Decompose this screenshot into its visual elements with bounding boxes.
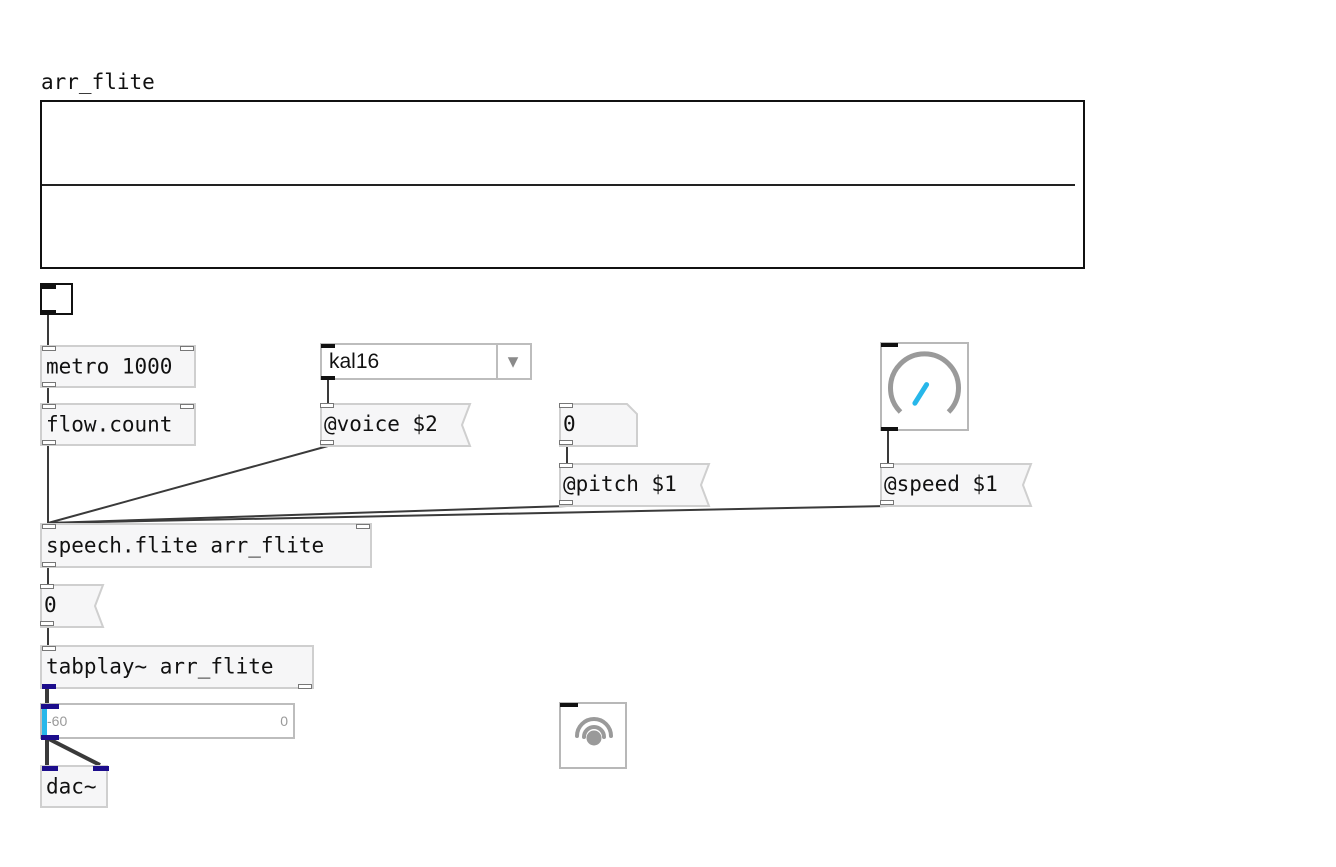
voice-menu-separator — [496, 345, 498, 378]
array-waveform-line — [42, 184, 1075, 186]
speech-flite-inlet-right[interactable] — [356, 524, 370, 529]
voice-menu[interactable]: kal16 ▼ — [320, 343, 532, 380]
speech-flite-inlet-left[interactable] — [42, 524, 56, 529]
tabplay-object-text: tabplay~ arr_flite — [46, 654, 274, 679]
number-box-value: 0 — [563, 412, 576, 436]
metro-outlet[interactable] — [42, 382, 56, 387]
knob-outlet[interactable] — [881, 427, 898, 431]
pitch-message-outlet[interactable] — [559, 500, 573, 505]
cord-voice-speech — [47, 445, 329, 524]
dac-object-text: dac~ — [46, 774, 97, 798]
tabplay-signal-outlet[interactable] — [42, 684, 56, 689]
flow-count-object[interactable]: flow.count — [40, 403, 196, 446]
zero-message-inlet[interactable] — [40, 584, 54, 589]
voice-message-outlet[interactable] — [320, 440, 334, 445]
toggle-outlet[interactable] — [42, 310, 56, 314]
knob-inlet[interactable] — [881, 343, 898, 347]
voice-message-text: @voice $2 — [324, 412, 438, 436]
speaker-inlet[interactable] — [560, 703, 578, 707]
zero-message[interactable]: 0 — [40, 584, 105, 628]
pitch-number-box[interactable]: 0 — [559, 403, 639, 447]
zero-message-outlet[interactable] — [40, 621, 54, 626]
dac-inlet-right[interactable] — [93, 766, 109, 771]
speaker-icon[interactable] — [559, 702, 627, 769]
level-meter[interactable]: -60 0 — [40, 703, 295, 740]
number-box-outlet[interactable] — [559, 440, 573, 445]
level-meter-max-label: 0 — [280, 713, 288, 729]
cord-pitch-speech — [47, 505, 568, 524]
cord-meter-dac-right — [46, 736, 101, 767]
speed-message-inlet[interactable] — [880, 463, 894, 468]
voice-menu-inlet[interactable] — [321, 344, 335, 348]
speed-message-text: @speed $1 — [884, 472, 998, 496]
level-meter-inlet[interactable] — [41, 704, 59, 709]
speaker-graphic — [575, 717, 613, 746]
speech-flite-object-text: speech.flite arr_flite — [46, 533, 325, 557]
metro-inlet-left[interactable] — [42, 346, 56, 351]
tabplay-inlet[interactable] — [42, 646, 56, 651]
pitch-message-inlet[interactable] — [559, 463, 573, 468]
tabplay-object[interactable]: tabplay~ arr_flite — [40, 645, 314, 689]
level-meter-min-label: -60 — [47, 713, 68, 729]
speech-flite-outlet[interactable] — [42, 562, 56, 567]
toggle[interactable] — [40, 283, 73, 315]
voice-message-inlet[interactable] — [320, 403, 334, 408]
speed-message[interactable]: @speed $1 — [880, 463, 1033, 507]
toggle-inlet[interactable] — [42, 285, 56, 289]
metro-object[interactable]: metro 1000 — [40, 345, 196, 388]
metro-inlet-right[interactable] — [180, 346, 194, 351]
flow-count-object-text: flow.count — [46, 412, 173, 436]
flow-count-outlet[interactable] — [42, 440, 56, 445]
number-box-inlet[interactable] — [559, 403, 573, 408]
metro-object-text: metro 1000 — [46, 354, 173, 378]
speed-message-outlet[interactable] — [880, 500, 894, 505]
cord-speed-speech — [47, 505, 889, 524]
dac-inlet-left[interactable] — [42, 766, 58, 771]
voice-menu-selected: kal16 — [329, 349, 380, 373]
pitch-message[interactable]: @pitch $1 — [559, 463, 711, 507]
level-meter-outlet[interactable] — [41, 735, 59, 740]
flow-count-inlet-right[interactable] — [180, 404, 194, 409]
triangle-down-icon[interactable]: ▼ — [504, 351, 522, 372]
array-name-label: arr_flite — [41, 70, 155, 94]
voice-menu-outlet[interactable] — [321, 376, 335, 380]
dac-object[interactable]: dac~ — [40, 765, 109, 808]
dial-icon[interactable] — [880, 342, 969, 431]
tabplay-bang-outlet[interactable] — [298, 684, 312, 689]
zero-message-text: 0 — [44, 593, 57, 617]
array-graph[interactable] — [40, 100, 1085, 269]
speech-flite-object[interactable]: speech.flite arr_flite — [40, 523, 372, 568]
voice-message[interactable]: @voice $2 — [320, 403, 472, 447]
pitch-message-text: @pitch $1 — [563, 472, 677, 496]
flow-count-inlet-left[interactable] — [42, 404, 56, 409]
dial-graphic — [888, 351, 961, 414]
patch-canvas[interactable]: arr_flite metro 1000 flow.count kal16 ▼ … — [0, 0, 1336, 867]
